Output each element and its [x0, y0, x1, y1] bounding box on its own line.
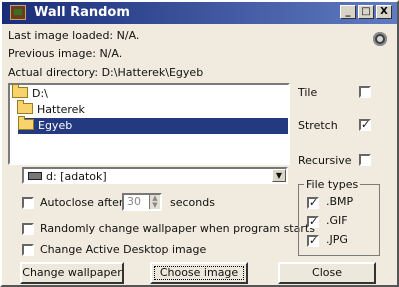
- tree-item-label: Egyeb: [38, 119, 73, 132]
- change-wallpaper-button[interactable]: Change wallpaper: [20, 262, 124, 284]
- recursive-label: Recursive: [298, 154, 352, 167]
- app-window: Wall Random _ □ X Last image loaded: N/A…: [0, 0, 399, 287]
- tree-item-egyeb[interactable]: Egyeb: [18, 116, 288, 134]
- file-types-group: File types ✓ .BMP ✓ .GIF ✓ .JPG: [298, 178, 380, 256]
- bmp-checkbox[interactable]: ✓: [307, 197, 319, 209]
- previous-image-label: Previous image: N/A.: [8, 47, 123, 60]
- autoclose-seconds-stepper[interactable]: 30 ▲ ▼: [122, 193, 162, 211]
- random-change-label: Randomly change wallpaper when program s…: [40, 222, 315, 235]
- wallpaper-icon: [10, 5, 26, 20]
- seconds-label: seconds: [170, 196, 215, 209]
- tile-label: Tile: [298, 86, 318, 99]
- drive-icon: [28, 172, 42, 180]
- actual-directory-label: Actual directory: D:\Hatterek\Egyeb: [8, 66, 204, 79]
- drive-value: d: [adatok]: [46, 170, 107, 183]
- stretch-label: Stretch: [298, 119, 338, 132]
- folder-tree[interactable]: D:\ Hatterek Egyeb: [8, 83, 290, 165]
- tree-item-hatterek[interactable]: Hatterek: [17, 100, 85, 118]
- tree-item-label: D:\: [32, 87, 48, 100]
- title-bar[interactable]: Wall Random _ □ X: [2, 2, 397, 24]
- jpg-checkbox[interactable]: ✓: [307, 235, 319, 247]
- active-desktop-checkbox[interactable]: [22, 244, 34, 256]
- maximize-button[interactable]: □: [358, 5, 374, 19]
- minimize-button[interactable]: _: [340, 5, 356, 19]
- recursive-checkbox[interactable]: [359, 154, 371, 166]
- stretch-checkbox[interactable]: ✓: [359, 119, 371, 131]
- close-button[interactable]: Close: [278, 262, 376, 284]
- tile-checkbox[interactable]: [359, 86, 371, 98]
- tree-item-label: Hatterek: [37, 103, 85, 116]
- chevron-down-icon[interactable]: ▼: [272, 169, 286, 182]
- bmp-label: .BMP: [326, 195, 354, 208]
- autoclose-seconds-value: 30: [127, 195, 141, 208]
- random-change-checkbox[interactable]: [22, 223, 34, 235]
- window-title: Wall Random: [34, 5, 130, 20]
- folder-open-icon: [12, 84, 28, 98]
- autoclose-checkbox[interactable]: [22, 197, 34, 209]
- active-desktop-label: Change Active Desktop image: [40, 243, 207, 256]
- gif-checkbox[interactable]: ✓: [307, 216, 319, 228]
- stepper-buttons[interactable]: ▲ ▼: [149, 195, 160, 209]
- drive-select[interactable]: d: [adatok] ▼: [22, 167, 288, 184]
- jpg-label: .JPG: [326, 233, 348, 246]
- file-types-title: File types: [304, 178, 361, 191]
- gear-icon[interactable]: [373, 32, 387, 46]
- last-image-label: Last image loaded: N/A.: [8, 29, 140, 42]
- folder-open-icon: [17, 100, 33, 114]
- autoclose-label: Autoclose after: [40, 196, 124, 209]
- gif-label: .GIF: [326, 214, 348, 227]
- close-window-button[interactable]: X: [376, 5, 392, 19]
- choose-image-button[interactable]: Choose image: [150, 262, 248, 284]
- folder-open-icon: [18, 116, 34, 130]
